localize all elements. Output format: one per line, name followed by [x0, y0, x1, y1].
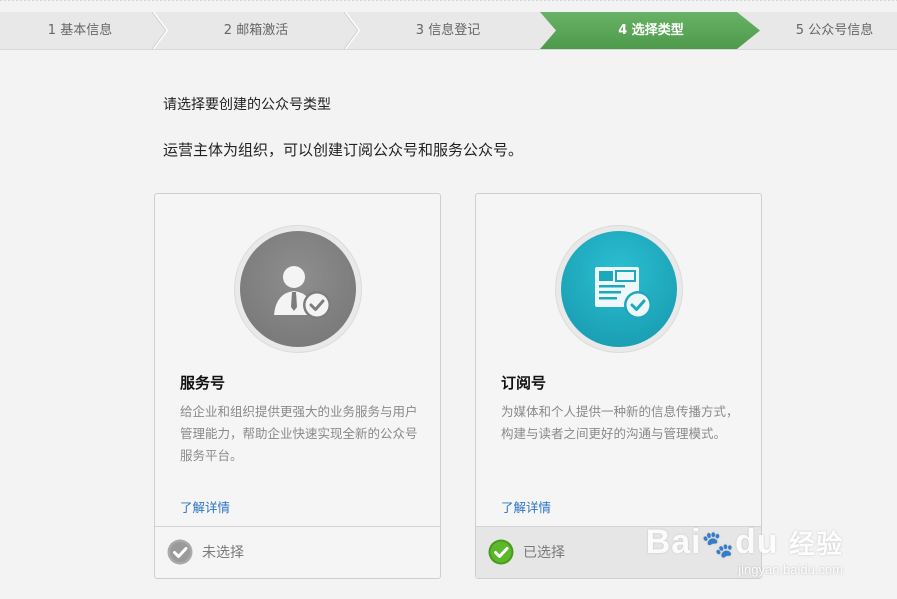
top-border — [0, 0, 897, 3]
step-3: 3 信息登记 — [352, 12, 544, 49]
user-check-icon — [274, 266, 331, 319]
baidu-jingyan-watermark: Bai🐾du 经验 jingyan.baidu.com — [646, 523, 843, 577]
step-2: 2 邮箱激活 — [160, 12, 360, 49]
service-account-description: 给企业和组织提供更强大的业务服务与用户管理能力，帮助企业快速实现全新的公众号服务… — [180, 404, 418, 463]
checked-circle-icon — [488, 539, 514, 565]
service-account-icon-ring — [234, 225, 362, 353]
watermark-brand: Bai — [645, 523, 702, 561]
subscription-account-icon — [561, 231, 677, 347]
step-3-label: 3 信息登记 — [415, 23, 481, 38]
step-4-label: 4 选择类型 — [618, 23, 684, 38]
step-4-active: 4 选择类型 — [556, 12, 746, 49]
service-account-card[interactable]: 服务号 给企业和组织提供更强大的业务服务与用户管理能力，帮助企业快速实现全新的公… — [154, 193, 441, 579]
service-account-selection-footer[interactable]: 未选择 — [155, 526, 440, 578]
subscription-account-learn-more-link[interactable]: 了解详情 — [501, 497, 551, 516]
unchecked-circle-icon — [167, 539, 193, 565]
subscription-account-title: 订阅号 — [501, 374, 547, 392]
intro-subheading: 运营主体为组织，可以创建订阅公众号和服务公众号。 — [163, 141, 524, 159]
step-1-label: 1 基本信息 — [47, 23, 113, 38]
step-5: 5 公众号信息 — [772, 12, 897, 49]
subscription-account-card[interactable]: 订阅号 为媒体和个人提供一种新的信息传播方式，构建与读者之间更好的沟通与管理模式… — [475, 193, 762, 579]
subscription-account-description: 为媒体和个人提供一种新的信息传播方式，构建与读者之间更好的沟通与管理模式。 — [501, 404, 739, 441]
service-account-status: 未选择 — [202, 545, 244, 561]
service-account-icon — [240, 231, 356, 347]
paw-icon: 🐾 — [701, 529, 735, 559]
step-5-label: 5 公众号信息 — [795, 23, 874, 38]
subscription-account-icon-ring — [555, 225, 683, 353]
step-1: 1 基本信息 — [0, 12, 168, 49]
watermark-cn: 经验 — [788, 529, 843, 559]
intro-heading: 请选择要创建的公众号类型 — [163, 97, 331, 113]
document-check-icon — [595, 267, 652, 319]
service-account-title: 服务号 — [180, 374, 226, 392]
step-2-label: 2 邮箱激活 — [223, 23, 289, 38]
step-progress-bar: 1 基本信息 2 邮箱激活 3 信息登记 — [0, 12, 897, 50]
watermark-brand-tail: du — [734, 523, 779, 561]
watermark-url: jingyan.baidu.com — [738, 562, 843, 577]
subscription-account-status: 已选择 — [523, 545, 565, 561]
service-account-learn-more-link[interactable]: 了解详情 — [180, 497, 230, 516]
